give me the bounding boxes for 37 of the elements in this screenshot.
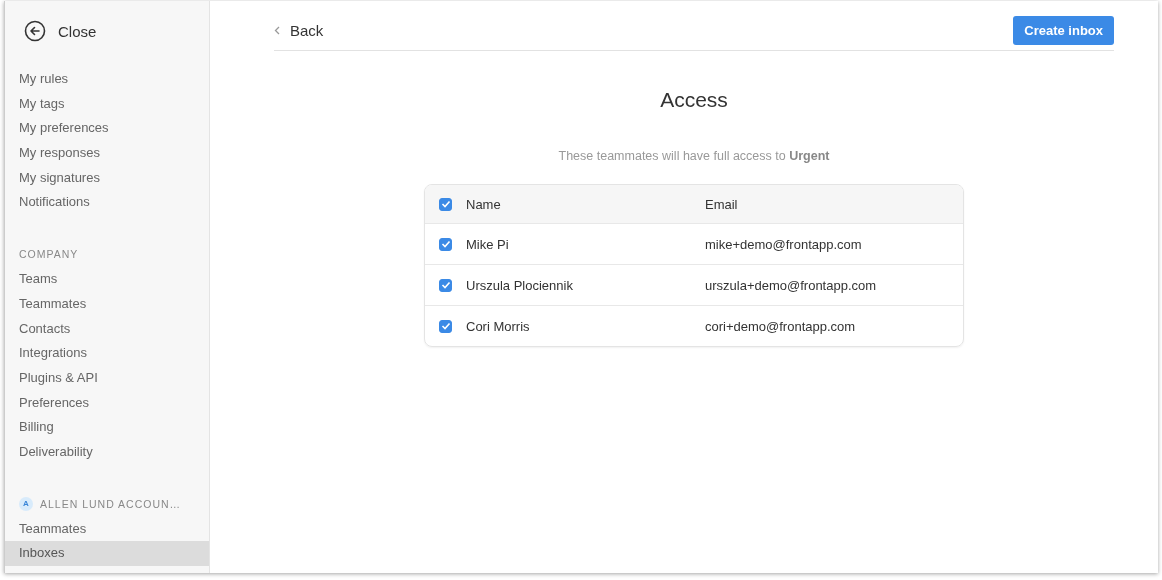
account-avatar: A	[19, 496, 33, 511]
email-cell-text: cori+demo@frontapp.com	[705, 318, 857, 334]
name-cell-text: Mike Pi	[466, 236, 510, 252]
sidebar-item[interactable]: Teams	[5, 267, 209, 292]
sidebar-item[interactable]: Billing	[5, 415, 209, 440]
row-checkbox[interactable]	[439, 278, 452, 292]
name-cell-text: Urszula Plociennik	[466, 277, 574, 293]
section-header: COMPANY	[19, 248, 79, 261]
sidebar-item[interactable]: My tags	[5, 91, 209, 117]
chevron-left-icon	[274, 26, 280, 35]
sidebar-item[interactable]: Plugins & API	[5, 365, 209, 391]
close-button[interactable]: Close	[5, 1, 97, 48]
row-checkbox[interactable]	[439, 237, 452, 251]
back-link[interactable]: Back	[274, 22, 324, 39]
column-header: Name	[466, 196, 502, 212]
sidebar-item[interactable]: Deliverability	[5, 439, 209, 465]
sidebar-item[interactable]: My signatures	[5, 165, 209, 191]
sidebar-item[interactable]: Contacts	[5, 316, 209, 342]
sidebar-item[interactable]: My responses	[5, 141, 209, 166]
sidebar-item[interactable]: Notifications	[5, 190, 209, 216]
email-cell-text: urszula+demo@frontapp.com	[705, 277, 878, 293]
name-cell-text: Cori Morris	[466, 318, 531, 334]
sidebar-item[interactable]: Preferences	[5, 390, 209, 416]
description-text: These teammates will have full access to Urgent	[558, 149, 830, 163]
sidebar-item[interactable]: My rules	[5, 67, 209, 92]
sidebar-item[interactable]: Teammates	[5, 516, 209, 542]
email-cell-text: mike+demo@frontapp.com	[705, 236, 863, 252]
sidebar-item[interactable]: Inboxes	[5, 541, 209, 566]
row-checkbox[interactable]	[439, 319, 452, 333]
sidebar-item[interactable]: Integrations	[5, 341, 209, 366]
column-header: Email	[705, 196, 739, 212]
sidebar-item[interactable]: Teammates	[5, 291, 209, 317]
create-inbox-button[interactable]: Create inbox	[1013, 16, 1114, 45]
page-title: Access	[660, 88, 728, 112]
sidebar-item[interactable]: My preferences	[5, 116, 209, 142]
select-all-checkbox[interactable]	[439, 197, 452, 211]
section-header: ALLEN LUND ACCOUN…	[40, 497, 182, 510]
